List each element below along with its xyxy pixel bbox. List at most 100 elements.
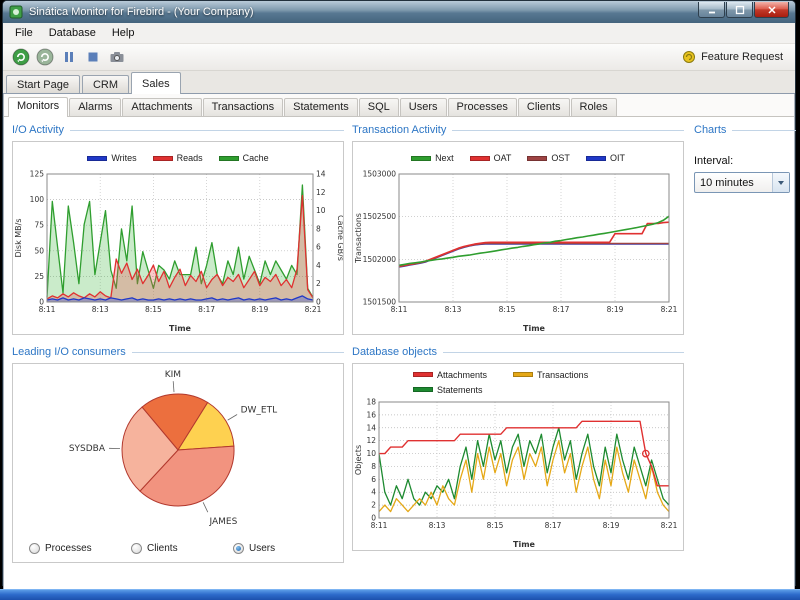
- dashboard: I/O Activity Writes Reads Cache 0 25 50 75 100…: [4, 117, 796, 591]
- titlebar: Sinática Monitor for Firebird - (Your Co…: [3, 1, 795, 23]
- svg-text:SYSDBA: SYSDBA: [69, 444, 106, 454]
- svg-text:8:13: 8:13: [429, 521, 446, 530]
- tab-alarms[interactable]: Alarms: [69, 98, 122, 116]
- feature-request-button[interactable]: Feature Request: [682, 50, 787, 64]
- panel-title: Charts: [694, 123, 796, 137]
- radio-processes[interactable]: Processes: [29, 542, 131, 554]
- stop-icon: [88, 52, 98, 62]
- tab-attachments[interactable]: Attachments: [122, 98, 202, 116]
- svg-text:4: 4: [371, 488, 376, 497]
- stop-button[interactable]: [83, 47, 103, 67]
- interval-value: 10 minutes: [700, 176, 754, 189]
- panel-transaction-activity: Transaction Activity Next OAT OST OIT 15015…: [352, 123, 684, 335]
- svg-text:8:15: 8:15: [487, 521, 504, 530]
- svg-text:8:13: 8:13: [92, 305, 109, 314]
- maximize-icon: [735, 5, 744, 14]
- svg-text:Time: Time: [169, 324, 192, 333]
- tab-processes[interactable]: Processes: [447, 98, 517, 116]
- interval-select[interactable]: 10 minutes: [694, 172, 790, 193]
- svg-text:1502500: 1502500: [363, 212, 397, 221]
- tab-monitors[interactable]: Monitors: [8, 97, 69, 117]
- tab-sql[interactable]: SQL: [358, 98, 399, 116]
- legend-next: Next: [411, 153, 454, 163]
- legend-cache: Cache: [218, 153, 269, 163]
- window-title: Sinática Monitor for Firebird - (Your Co…: [29, 6, 254, 18]
- close-button[interactable]: [754, 2, 789, 18]
- radio-icon: [131, 542, 142, 554]
- minimize-button[interactable]: [698, 2, 725, 18]
- menu-file[interactable]: File: [7, 25, 41, 41]
- refresh-button[interactable]: [11, 47, 31, 67]
- panel-title: Leading I/O consumers: [12, 345, 344, 359]
- tab-crm[interactable]: CRM: [81, 75, 130, 93]
- chevron-down-icon[interactable]: [772, 173, 789, 192]
- maximize-button[interactable]: [726, 2, 753, 18]
- tab-content: Monitors Alarms Attachments Transactions Sta…: [3, 94, 796, 591]
- legend-attachments: Attachments: [413, 370, 513, 380]
- panel-database-objects: Database objects Attachments Transactions…: [352, 345, 684, 551]
- svg-text:DW_ETL: DW_ETL: [241, 405, 278, 415]
- snapshot-button[interactable]: [107, 47, 127, 67]
- radio-label: Processes: [45, 542, 92, 554]
- svg-text:Time: Time: [523, 324, 546, 333]
- pause-button[interactable]: [59, 47, 79, 67]
- legend-swatch: [469, 155, 490, 161]
- panel-title: Transaction Activity: [352, 123, 684, 137]
- app-window: Sinática Monitor for Firebird - (Your Co…: [2, 0, 796, 591]
- legend-writes: Writes: [87, 153, 137, 163]
- database-objects-chart: Attachments Transactions Statements 024681…: [352, 363, 684, 551]
- start-button[interactable]: [35, 47, 55, 67]
- radio-users[interactable]: Users: [233, 542, 335, 554]
- tab-roles[interactable]: Roles: [570, 98, 617, 116]
- svg-text:Disk MB/s: Disk MB/s: [14, 219, 23, 258]
- legend-swatch: [87, 155, 108, 161]
- database-objects-legend: Attachments Transactions Statements: [413, 364, 623, 398]
- toolbar: Feature Request: [3, 44, 795, 71]
- menu-database[interactable]: Database: [41, 25, 104, 41]
- tab-users[interactable]: Users: [399, 98, 447, 116]
- legend-label: Transactions: [537, 369, 589, 380]
- charts-title: Charts: [694, 124, 727, 136]
- svg-text:50: 50: [34, 246, 44, 255]
- app-icon: [9, 5, 23, 19]
- tab-clients[interactable]: Clients: [517, 98, 570, 116]
- menu-help[interactable]: Help: [104, 25, 143, 41]
- svg-text:2: 2: [316, 279, 321, 288]
- svg-text:75: 75: [34, 221, 44, 230]
- legend-label: OAT: [493, 153, 512, 163]
- legend-reads: Reads: [152, 153, 203, 163]
- start-icon: [36, 48, 54, 66]
- pause-icon: [65, 52, 73, 62]
- consumers-title: Leading I/O consumers: [12, 346, 126, 358]
- title-rule: [69, 129, 344, 131]
- tab-statements[interactable]: Statements: [284, 98, 358, 116]
- svg-text:125: 125: [30, 170, 45, 179]
- svg-text:8:15: 8:15: [145, 305, 162, 314]
- legend-oit: OIT: [585, 153, 625, 163]
- legend-label: Statements: [437, 384, 483, 395]
- svg-text:8:11: 8:11: [371, 521, 388, 530]
- taskbar: [0, 589, 800, 600]
- consumer-type-radios: Processes Clients Users: [13, 536, 335, 560]
- title-rule: [732, 129, 796, 131]
- svg-text:16: 16: [366, 410, 376, 419]
- legend-label: OIT: [609, 153, 625, 163]
- legend-ost: OST: [527, 153, 570, 163]
- io-legend: Writes Reads Cache: [13, 142, 343, 168]
- svg-text:12: 12: [316, 188, 326, 197]
- tab-start-page[interactable]: Start Page: [6, 75, 80, 93]
- svg-text:Time: Time: [513, 540, 536, 549]
- legend-swatch: [527, 155, 548, 161]
- tab-transactions[interactable]: Transactions: [202, 98, 284, 116]
- svg-text:8:11: 8:11: [39, 305, 56, 314]
- transaction-activity-title: Transaction Activity: [352, 124, 447, 136]
- radio-icon: [233, 542, 244, 554]
- tab-sales[interactable]: Sales: [131, 72, 181, 94]
- consumers-chart: KIM DW_ETL JAMES SYSDBA Processes Clients Use…: [12, 363, 344, 563]
- svg-text:18: 18: [366, 398, 376, 407]
- menubar: File Database Help: [3, 23, 795, 44]
- svg-text:8:11: 8:11: [391, 305, 408, 314]
- refresh-icon: [12, 48, 30, 66]
- svg-text:4: 4: [316, 261, 321, 270]
- radio-clients[interactable]: Clients: [131, 542, 233, 554]
